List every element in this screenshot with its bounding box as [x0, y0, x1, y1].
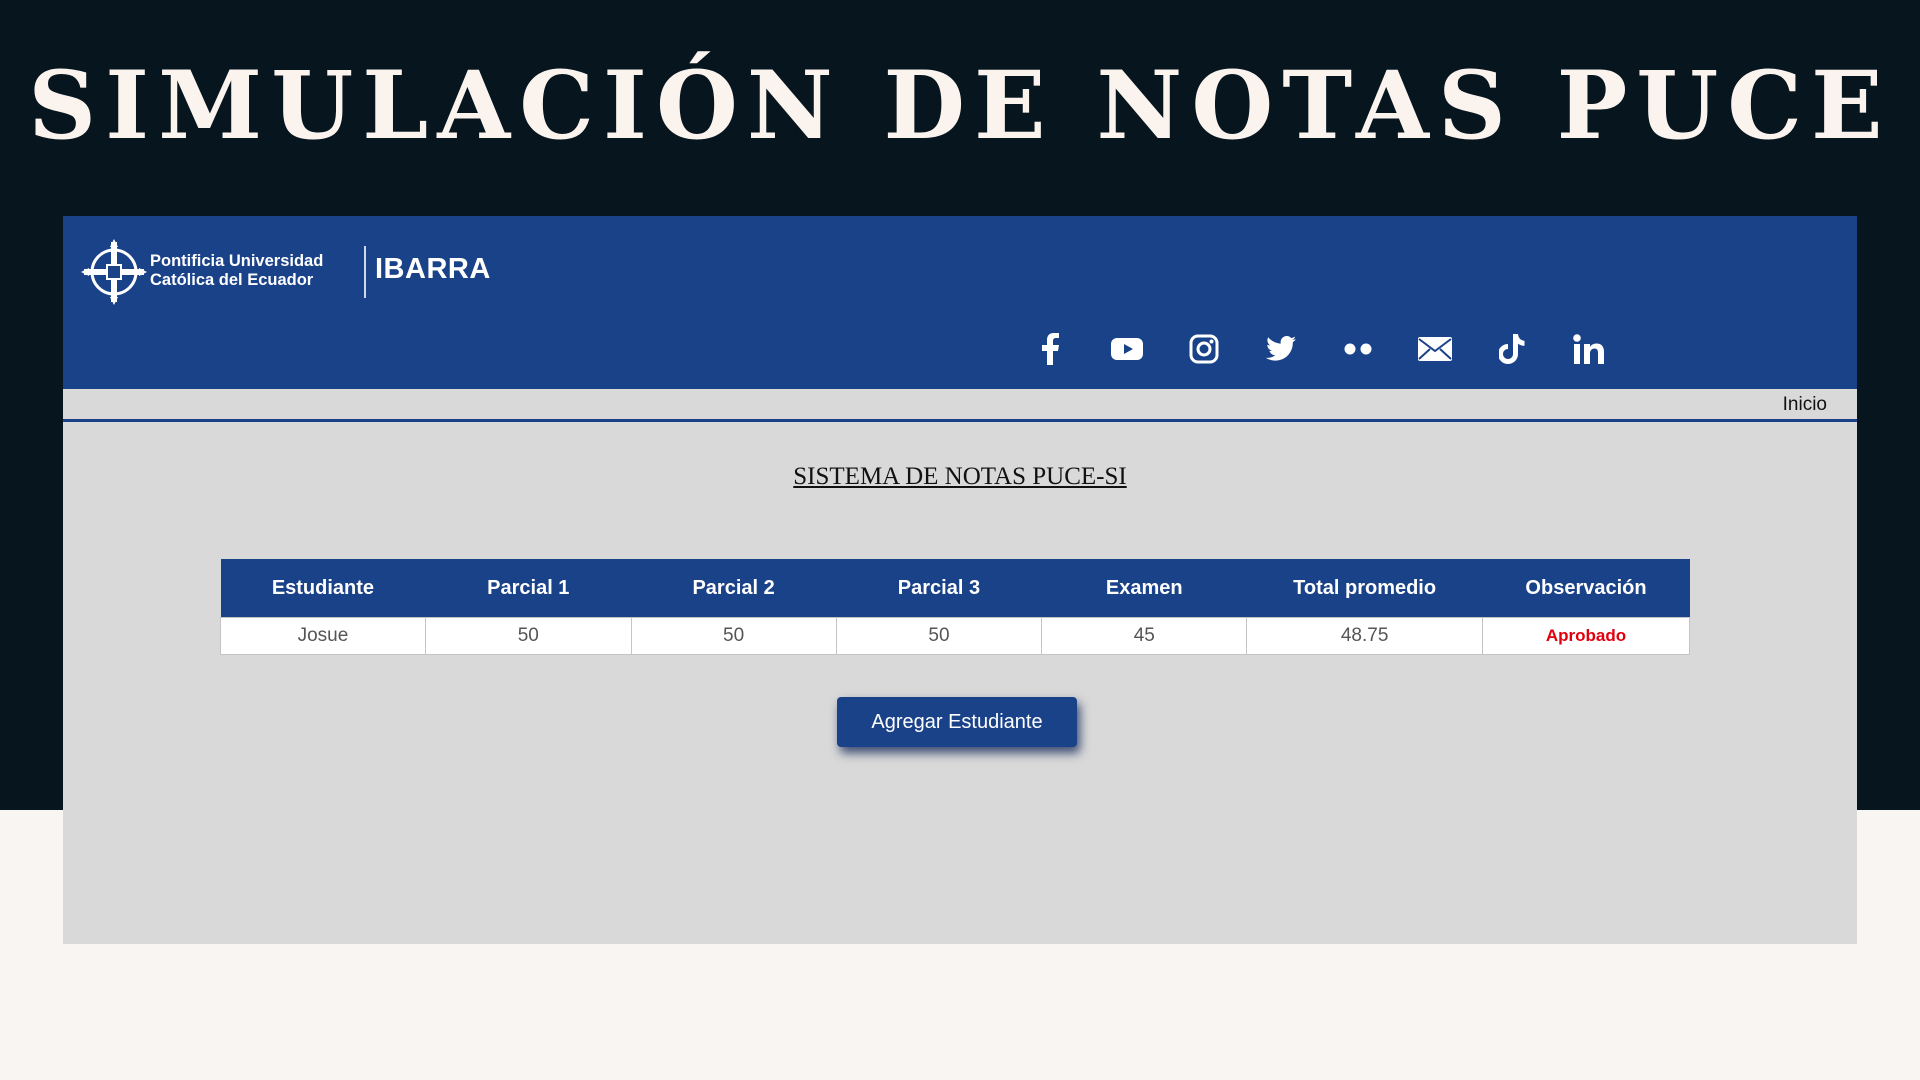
instagram-icon: [1189, 334, 1218, 364]
nav-home-link[interactable]: Inicio: [1783, 394, 1827, 416]
facebook-icon: [1041, 333, 1059, 365]
tiktok-icon: [1498, 334, 1524, 364]
mail-icon: [1417, 337, 1452, 361]
table-header-row: Estudiante Parcial 1 Parcial 2 Parcial 3…: [220, 559, 1690, 618]
flickr-link[interactable]: [1319, 329, 1396, 369]
column-header-examen: Examen: [1041, 559, 1247, 618]
cell-parcial-3: 50: [835, 617, 1043, 655]
logo-divider: [364, 246, 366, 298]
column-header-parcial-2: Parcial 2: [631, 559, 837, 618]
facebook-link[interactable]: [1011, 329, 1088, 369]
cell-parcial-2: 50: [630, 617, 837, 655]
youtube-link[interactable]: [1088, 329, 1165, 369]
slide-title: SIMULACIÓN DE NOTAS PUCE: [28, 51, 1892, 161]
cell-examen: 45: [1041, 617, 1248, 655]
column-header-total-promedio: Total promedio: [1246, 559, 1483, 618]
site-header: Pontificia Universidad Católica del Ecua…: [63, 216, 1857, 389]
table-row: Josue 50 50 50 45 48.75 Aprobado: [220, 617, 1690, 655]
linkedin-icon: [1572, 334, 1604, 364]
logo-line-2: Católica del Ecuador: [150, 271, 314, 289]
logo-line-1: Pontificia Universidad: [150, 252, 324, 270]
cell-student-name: Josue: [220, 617, 426, 655]
mail-link[interactable]: [1396, 329, 1473, 369]
twitter-link[interactable]: [1242, 329, 1319, 369]
logo-campus: IBARRA: [375, 253, 491, 285]
cell-parcial-1: 50: [424, 617, 632, 655]
cell-total-promedio: 48.75: [1246, 617, 1484, 655]
social-links: [1011, 329, 1627, 369]
column-header-parcial-3: Parcial 3: [836, 559, 1042, 618]
page-heading: SISTEMA DE NOTAS PUCE-SI: [793, 463, 1127, 490]
tiktok-link[interactable]: [1473, 329, 1550, 369]
youtube-icon: [1110, 338, 1143, 360]
linkedin-link[interactable]: [1550, 329, 1627, 369]
instagram-link[interactable]: [1165, 329, 1242, 369]
twitter-icon: [1265, 336, 1296, 361]
web-page: Pontificia Universidad Católica del Ecua…: [63, 216, 1857, 944]
nav-bar: Inicio: [63, 389, 1857, 422]
university-emblem-icon: [81, 239, 147, 305]
column-header-observacion: Observación: [1482, 559, 1690, 618]
flickr-icon: [1344, 343, 1371, 355]
cell-observation-status: Aprobado: [1482, 617, 1690, 655]
column-header-estudiante: Estudiante: [220, 559, 426, 618]
grades-table: Estudiante Parcial 1 Parcial 2 Parcial 3…: [220, 559, 1690, 655]
add-student-button[interactable]: Agregar Estudiante: [837, 697, 1077, 747]
column-header-parcial-1: Parcial 1: [425, 559, 632, 618]
